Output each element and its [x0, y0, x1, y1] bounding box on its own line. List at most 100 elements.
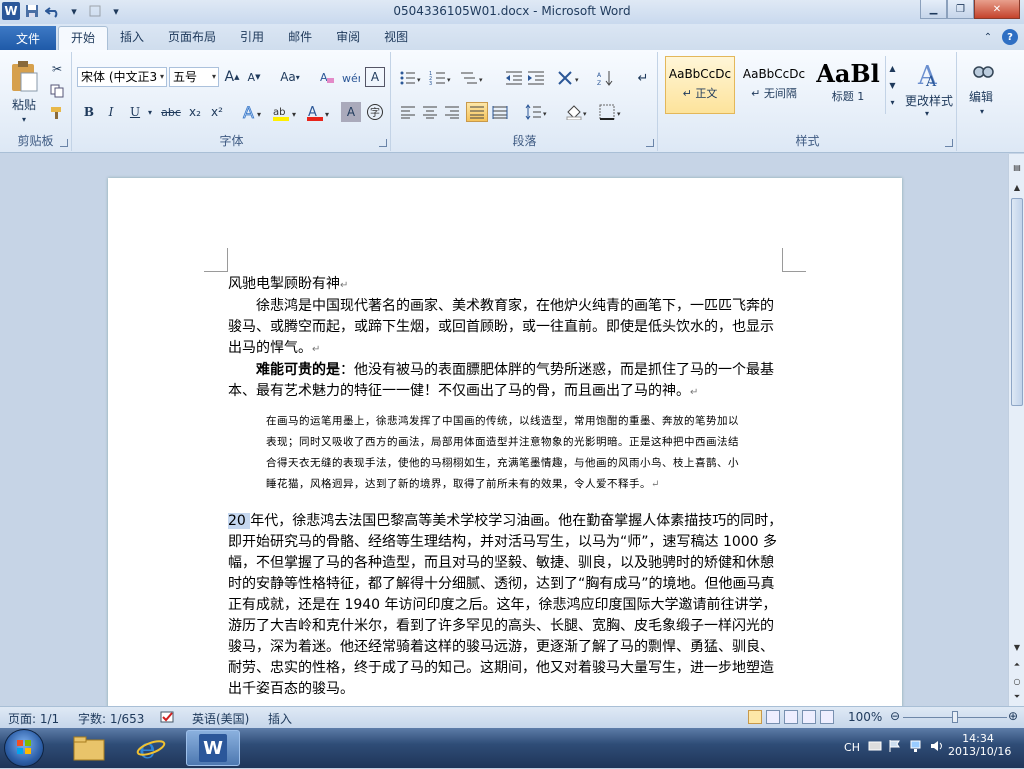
proofing-icon[interactable] — [160, 710, 176, 727]
scroll-up-icon[interactable]: ▲ — [1010, 180, 1024, 194]
minimize-ribbon-icon[interactable]: ⌃ — [980, 29, 996, 45]
draft-icon[interactable] — [820, 710, 834, 724]
styles-launcher-icon[interactable] — [945, 139, 953, 147]
start-button[interactable] — [4, 729, 44, 767]
chevron-down-icon[interactable]: ▾ — [976, 106, 988, 116]
zoom-slider-thumb[interactable] — [952, 711, 958, 723]
page-count[interactable]: 页面: 1/1 — [8, 710, 59, 727]
enclose-characters-icon[interactable]: 字 — [365, 102, 385, 122]
bullets-icon[interactable]: ▾ — [398, 68, 424, 88]
align-right-icon[interactable] — [442, 102, 462, 122]
outline-icon[interactable] — [802, 710, 816, 724]
borders-icon[interactable]: ▾ — [598, 102, 626, 122]
keyboard-icon[interactable] — [868, 739, 882, 753]
document-page[interactable]: 风驰电掣顾盼有神↵ 徐悲鸿是中国现代著名的画家、美术教育家，在他炉火纯青的画笔下… — [108, 178, 902, 706]
line-spacing-icon[interactable]: ▾ — [524, 102, 550, 122]
tab-insert[interactable]: 插入 — [108, 26, 156, 50]
print-layout-icon[interactable] — [748, 710, 762, 724]
tab-references[interactable]: 引用 — [228, 26, 276, 50]
justify-icon[interactable] — [466, 102, 488, 122]
chevron-down-icon[interactable]: ▾ — [921, 108, 933, 118]
zoom-level[interactable]: 100% — [848, 710, 882, 724]
superscript-button[interactable]: x² — [207, 102, 227, 122]
underline-button[interactable]: U — [125, 102, 145, 122]
change-case-button[interactable]: Aa ▾ — [277, 67, 303, 87]
explorer-taskbar-icon[interactable] — [62, 730, 116, 766]
internet-explorer-icon[interactable]: e — [124, 730, 178, 766]
insert-mode[interactable]: 插入 — [268, 710, 292, 727]
cut-icon[interactable]: ✂ — [48, 60, 66, 78]
grow-font-button[interactable]: A ▲ — [223, 67, 241, 87]
increase-indent-icon[interactable] — [526, 68, 546, 88]
volume-icon[interactable] — [930, 739, 944, 753]
vertical-scrollbar[interactable]: ▤ ▲ ▼ ⏶ ○ ⏷ — [1008, 154, 1024, 706]
decrease-indent-icon[interactable] — [504, 68, 524, 88]
sort-icon[interactable]: AZ — [596, 68, 616, 88]
full-screen-reading-icon[interactable] — [766, 710, 780, 724]
flag-icon[interactable] — [888, 739, 902, 753]
close-button[interactable]: ✕ — [974, 0, 1020, 19]
style-heading-1[interactable]: AaBl 标题 1 — [813, 56, 883, 114]
restore-button[interactable]: ❐ — [947, 0, 974, 19]
subscript-button[interactable]: x₂ — [185, 102, 205, 122]
tab-file[interactable]: 文件 — [0, 26, 56, 50]
scroll-down-icon[interactable]: ▼ — [1010, 640, 1024, 654]
format-painter-icon[interactable] — [48, 104, 66, 122]
phonetic-guide-icon[interactable]: wén — [341, 67, 361, 87]
font-color-icon[interactable]: A ▾ — [305, 102, 333, 122]
paste-icon[interactable] — [6, 56, 42, 96]
previous-page-icon[interactable]: ⏶ — [1010, 658, 1024, 672]
word-count[interactable]: 字数: 1/653 — [78, 710, 144, 727]
document-body[interactable]: 风驰电掣顾盼有神↵ 徐悲鸿是中国现代著名的画家、美术教育家，在他炉火纯青的画笔下… — [228, 274, 784, 700]
help-icon[interactable]: ? — [1002, 29, 1018, 45]
character-border-icon[interactable]: A — [365, 67, 385, 87]
chinese-layout-icon[interactable]: ▾ — [556, 68, 584, 88]
bold-button[interactable]: B — [79, 102, 99, 122]
editing-button[interactable]: 编辑 — [958, 88, 1004, 104]
copy-icon[interactable] — [48, 82, 66, 100]
distributed-icon[interactable] — [490, 102, 510, 122]
numbering-icon[interactable]: 1 2 3 ▾ — [428, 68, 454, 88]
find-icon[interactable] — [968, 58, 998, 86]
word-taskbar-icon[interactable]: W — [186, 730, 240, 766]
text-effects-icon[interactable]: A ▾ — [241, 102, 267, 122]
change-styles-button[interactable]: 更改样式 — [899, 92, 959, 108]
strikethrough-button[interactable]: abc — [159, 102, 183, 122]
network-icon[interactable] — [910, 739, 924, 753]
clear-formatting-icon[interactable]: A — [317, 67, 337, 87]
tab-mailings[interactable]: 邮件 — [276, 26, 324, 50]
browse-object-icon[interactable]: ○ — [1010, 674, 1024, 688]
style-normal[interactable]: AaBbCcDc ↵ 正文 — [665, 56, 735, 114]
more-styles-icon[interactable]: ▾ — [890, 98, 894, 107]
style-no-spacing[interactable]: AaBbCcDc ↵ 无间隔 — [739, 56, 809, 114]
tab-home[interactable]: 开始 — [58, 26, 109, 50]
paragraph-launcher-icon[interactable] — [646, 139, 654, 147]
change-styles-icon[interactable]: AA — [903, 56, 955, 94]
ruler-toggle-icon[interactable]: ▤ — [1010, 160, 1024, 174]
align-center-icon[interactable] — [420, 102, 440, 122]
shading-icon[interactable]: ▾ — [564, 102, 592, 122]
minimize-button[interactable]: ▁ — [920, 0, 947, 19]
tab-view[interactable]: 视图 — [372, 26, 420, 50]
scrollbar-thumb[interactable] — [1011, 198, 1023, 406]
italic-button[interactable]: I — [101, 102, 121, 122]
underline-dropdown-icon[interactable]: ▾ — [145, 102, 155, 122]
align-left-icon[interactable] — [398, 102, 418, 122]
show-marks-icon[interactable]: ↵ — [634, 68, 652, 88]
paste-button[interactable]: 粘贴 — [4, 96, 44, 112]
paste-dropdown-icon[interactable]: ▾ — [18, 114, 30, 124]
next-page-icon[interactable]: ⏷ — [1010, 690, 1024, 704]
input-language[interactable]: CH — [844, 741, 860, 754]
font-name-combo[interactable]: 宋体 (中文正3 ▾ — [77, 67, 167, 87]
clipboard-launcher-icon[interactable] — [60, 139, 68, 147]
clock[interactable]: 14:34 2013/10/16 — [948, 732, 1011, 758]
shrink-font-button[interactable]: A ▼ — [245, 67, 263, 87]
language-indicator[interactable]: 英语(美国) — [192, 710, 249, 727]
chevron-up-icon[interactable]: ▲ — [889, 64, 895, 73]
multilevel-list-icon[interactable]: ▾ — [458, 68, 486, 88]
styles-scroll[interactable]: ▲ ▼ ▾ — [885, 56, 899, 114]
tab-review[interactable]: 审阅 — [324, 26, 372, 50]
tab-page-layout[interactable]: 页面布局 — [156, 26, 228, 50]
zoom-in-icon[interactable]: ⊕ — [1008, 709, 1018, 723]
font-size-combo[interactable]: 五号 ▾ — [169, 67, 219, 87]
